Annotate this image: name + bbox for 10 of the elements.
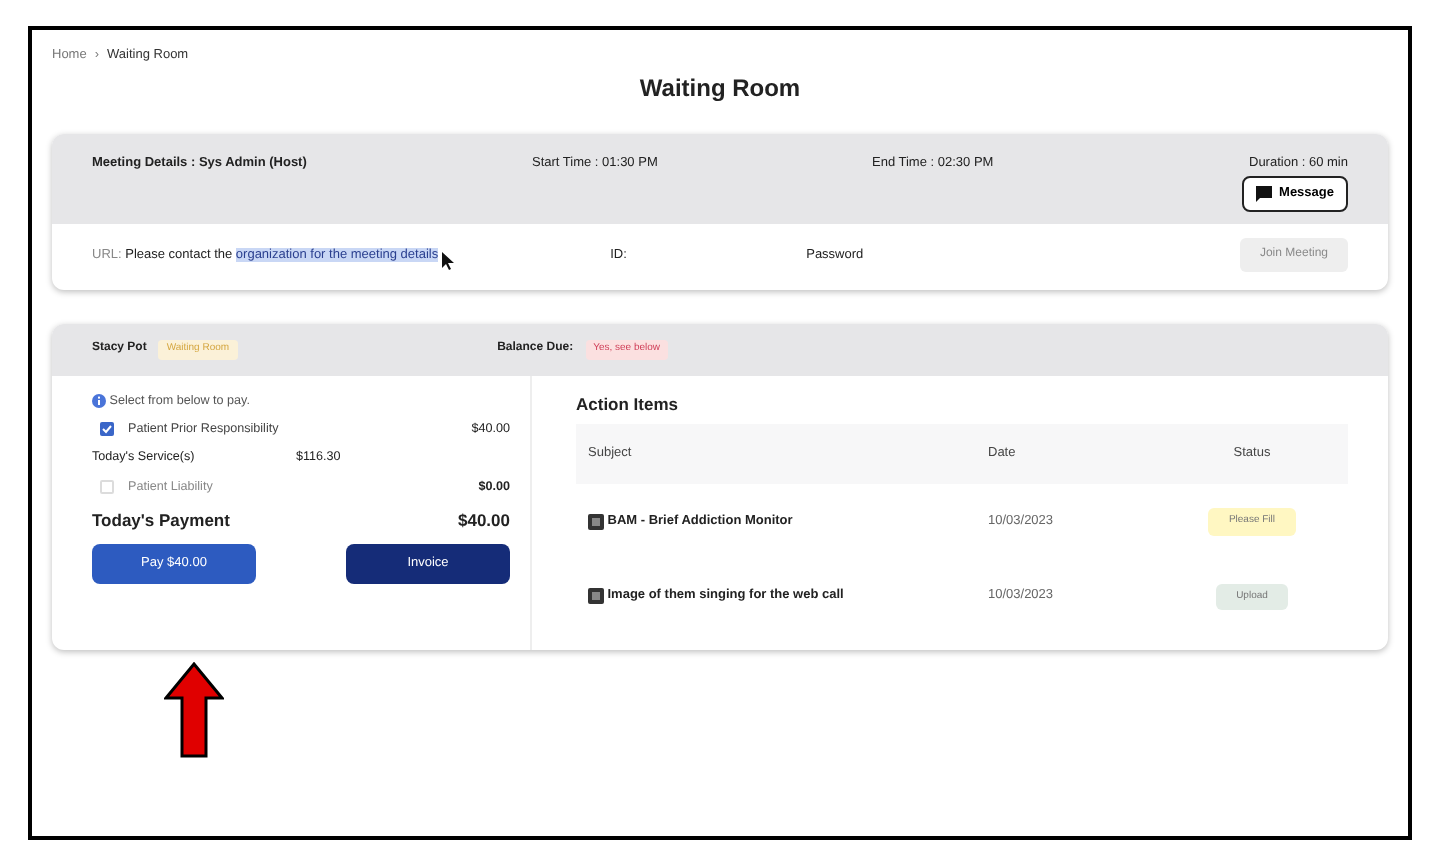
document-icon [588,513,604,530]
page-title: Waiting Room [637,71,803,106]
annotation-arrow [164,662,224,758]
total-amount: $40.00 [458,508,510,534]
document-icon [588,588,604,605]
total-label: Today's Payment [92,508,230,534]
mouse-cursor-icon [442,251,455,269]
chat-icon [1255,186,1272,203]
info-icon [92,393,106,408]
section-title: Action Items [576,391,681,417]
